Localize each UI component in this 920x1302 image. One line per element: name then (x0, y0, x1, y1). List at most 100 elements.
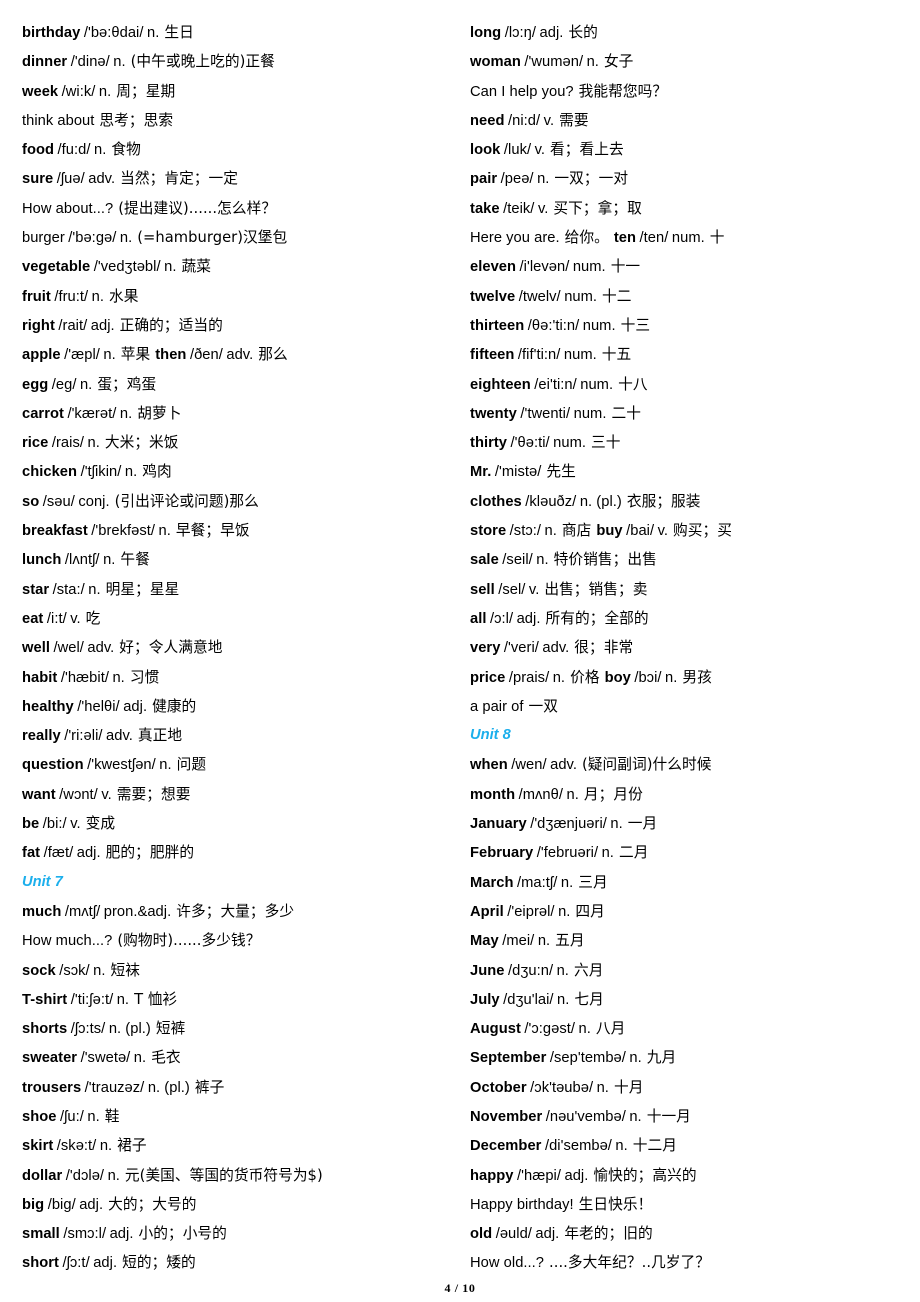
entry-chinese-gloss: T 恤衫 (134, 990, 178, 1008)
vocabulary-entry: twelve/twelv/num. 十二 (470, 282, 902, 311)
vocabulary-entry: clothes/kləuðz/n. (pl.) 衣服；服装 (470, 487, 902, 516)
entry-headword: breakfast (22, 523, 88, 540)
entry-chinese-gloss: 周；星期 (116, 82, 176, 100)
vocabulary-entry: skirt/skə:t/n. 裙子 (22, 1131, 456, 1160)
entry-chinese-gloss: 鸡肉 (142, 463, 172, 481)
entry-phonetic: /luk/ (503, 142, 532, 159)
vocabulary-entry: May/mei/n. 五月 (470, 926, 902, 955)
entry-chinese-gloss: 蛋；鸡蛋 (97, 375, 157, 393)
entry-phonetic: /sel/ (498, 581, 526, 598)
entry-phonetic: /ʃu:/ (59, 1108, 84, 1125)
entry-headword: thirteen (470, 317, 525, 334)
entry-headword: How about...? (22, 200, 114, 217)
entry-chinese-gloss: 三月 (578, 873, 608, 891)
entry-chinese-gloss: 长的 (568, 24, 598, 41)
entry-part-of-speech: n. (566, 786, 579, 803)
entry-phonetic: /'vedʒtəbl/ (93, 259, 161, 276)
entry-headword: sweater (22, 1050, 78, 1067)
entry-headword: food (22, 142, 55, 159)
entry-phonetic: /skə:t/ (56, 1138, 97, 1155)
entry-chinese-gloss: 食物 (111, 141, 141, 159)
vocabulary-entry: think about 思考；思索 (22, 106, 456, 135)
entry-headword: small (22, 1226, 60, 1243)
entry-headword: trousers (22, 1079, 82, 1096)
entry-part-of-speech: adj. (516, 610, 541, 627)
entry-part-of-speech: n. (560, 874, 574, 891)
entry-headword-secondary: ten (613, 230, 637, 247)
entry-part-of-speech: num. (582, 317, 616, 334)
entry-part-of-speech: n. (124, 464, 138, 481)
entry-headword: December (470, 1138, 542, 1155)
vocabulary-entry: habit/'hæbit/n. 习惯 (22, 663, 456, 692)
entry-headword: rice (22, 435, 49, 452)
entry-chinese-gloss: 十一月 (646, 1107, 691, 1125)
vocabulary-entry: July/dʒu'lai/n. 七月 (470, 985, 902, 1014)
vocabulary-entry: shorts/ʃɔ:ts/n. (pl.) 短裤 (22, 1014, 456, 1043)
vocabulary-entry: thirteen/θə:'ti:n/num. 十三 (470, 311, 902, 340)
vocabulary-entry: thirty/'θə:ti/num. 三十 (470, 428, 902, 457)
vocabulary-entry: old/əuld/adj. 年老的；旧的 (470, 1219, 902, 1248)
vocabulary-entry: T-shirt/'ti:ʃə:t/n. T 恤衫 (22, 985, 456, 1014)
entry-part-of-speech: n. (557, 991, 570, 1008)
entry-part-of-speech: v. (528, 581, 540, 598)
entry-headword: look (470, 142, 501, 159)
entry-chinese-gloss: 出售；销售；卖 (544, 580, 648, 598)
entry-phonetic: /big/ (47, 1196, 76, 1213)
entry-part-of-speech: n. (558, 903, 571, 920)
entry-chinese-gloss: 生日 (164, 24, 194, 41)
entry-phonetic: /nəu'vembə/ (545, 1108, 626, 1125)
entry-chinese-gloss: (购物时)......多少钱？ (117, 932, 261, 950)
entry-phonetic-secondary: /ðen/ (189, 347, 223, 364)
entry-headword: week (22, 83, 59, 100)
entry-part-of-speech: n. (pl.) (108, 1021, 151, 1038)
entry-part-of-speech: num. (573, 405, 607, 422)
entry-chinese-gloss: 十五 (601, 346, 632, 364)
entry-headword: apple (22, 347, 61, 364)
entry-part-of-speech: num. (564, 288, 598, 305)
entry-headword: really (22, 728, 61, 745)
vocabulary-entry: so/səu/conj. (引出评论或问题)那么 (22, 487, 456, 516)
entry-part-of-speech: v. (534, 142, 546, 159)
vocabulary-entry: big/big/adj. 大的；大号的 (22, 1190, 456, 1219)
entry-chinese-gloss-secondary: 十 (709, 229, 725, 247)
entry-part-of-speech: n. (133, 1050, 147, 1067)
vocabulary-entry: sure/ʃuə/adv. 当然；肯定；一定 (22, 164, 456, 193)
entry-headword: shoe (22, 1108, 57, 1125)
entry-headword: birthday (22, 25, 81, 41)
vocabulary-entry: price/prais/n. 价格 boy/bɔi/n. 男孩 (470, 663, 902, 692)
entry-chinese-gloss: 鞋 (104, 1107, 120, 1125)
entry-part-of-speech: n. (103, 347, 116, 364)
entry-part-of-speech: n. (610, 816, 623, 833)
entry-phonetic: /'ti:ʃə:t/ (70, 991, 114, 1008)
entry-phonetic: /'dinə/ (70, 54, 110, 71)
vocabulary-entry: August/'ɔ:gəst/n. 八月 (470, 1014, 902, 1043)
entry-headword: sock (22, 962, 56, 979)
entry-chinese-gloss: 短裤 (155, 1020, 186, 1038)
entry-part-of-speech: num. (553, 435, 587, 452)
entry-part-of-speech: n. (103, 552, 116, 569)
vocabulary-entry: chicken/'tʃikin/n. 鸡肉 (22, 457, 456, 486)
vocabulary-entry: lunch/lʌntʃ/n. 午餐 (22, 545, 456, 574)
entry-headword: Happy birthday! (470, 1196, 574, 1213)
entry-headword: long (470, 25, 502, 41)
vocabulary-entry: eleven/i'levən/num. 十一 (470, 252, 902, 281)
entry-part-of-speech: v. (70, 610, 81, 627)
entry-phonetic: /əuld/ (495, 1226, 532, 1243)
entry-chinese-gloss: 好；令人满意地 (119, 639, 223, 657)
entry-chinese-gloss: 十三 (620, 316, 651, 334)
vocabulary-entry: very/'veri/adv. 很；非常 (470, 633, 902, 662)
vocabulary-entry: long/lɔ:ŋ/adj. 长的 (470, 18, 902, 47)
entry-chinese-gloss: 衣服；服装 (626, 492, 701, 510)
entry-part-of-speech: n. (578, 1021, 591, 1038)
entry-headword: twenty (470, 405, 517, 422)
entry-phonetic: /wel/ (53, 640, 84, 657)
entry-phonetic: /eg/ (51, 376, 77, 393)
entry-chinese-gloss: 变成 (85, 815, 116, 833)
vocabulary-entry: small/smɔ:l/adj. 小的；小号的 (22, 1219, 456, 1248)
entry-headword: September (470, 1050, 547, 1067)
entry-chinese-gloss: 水果 (109, 287, 139, 305)
entry-headword: lunch (22, 552, 62, 569)
entry-part-of-speech: num. (563, 347, 597, 364)
vocabulary-entry: eighteen/ei'ti:n/num. 十八 (470, 370, 902, 399)
entry-headword: well (22, 640, 50, 657)
